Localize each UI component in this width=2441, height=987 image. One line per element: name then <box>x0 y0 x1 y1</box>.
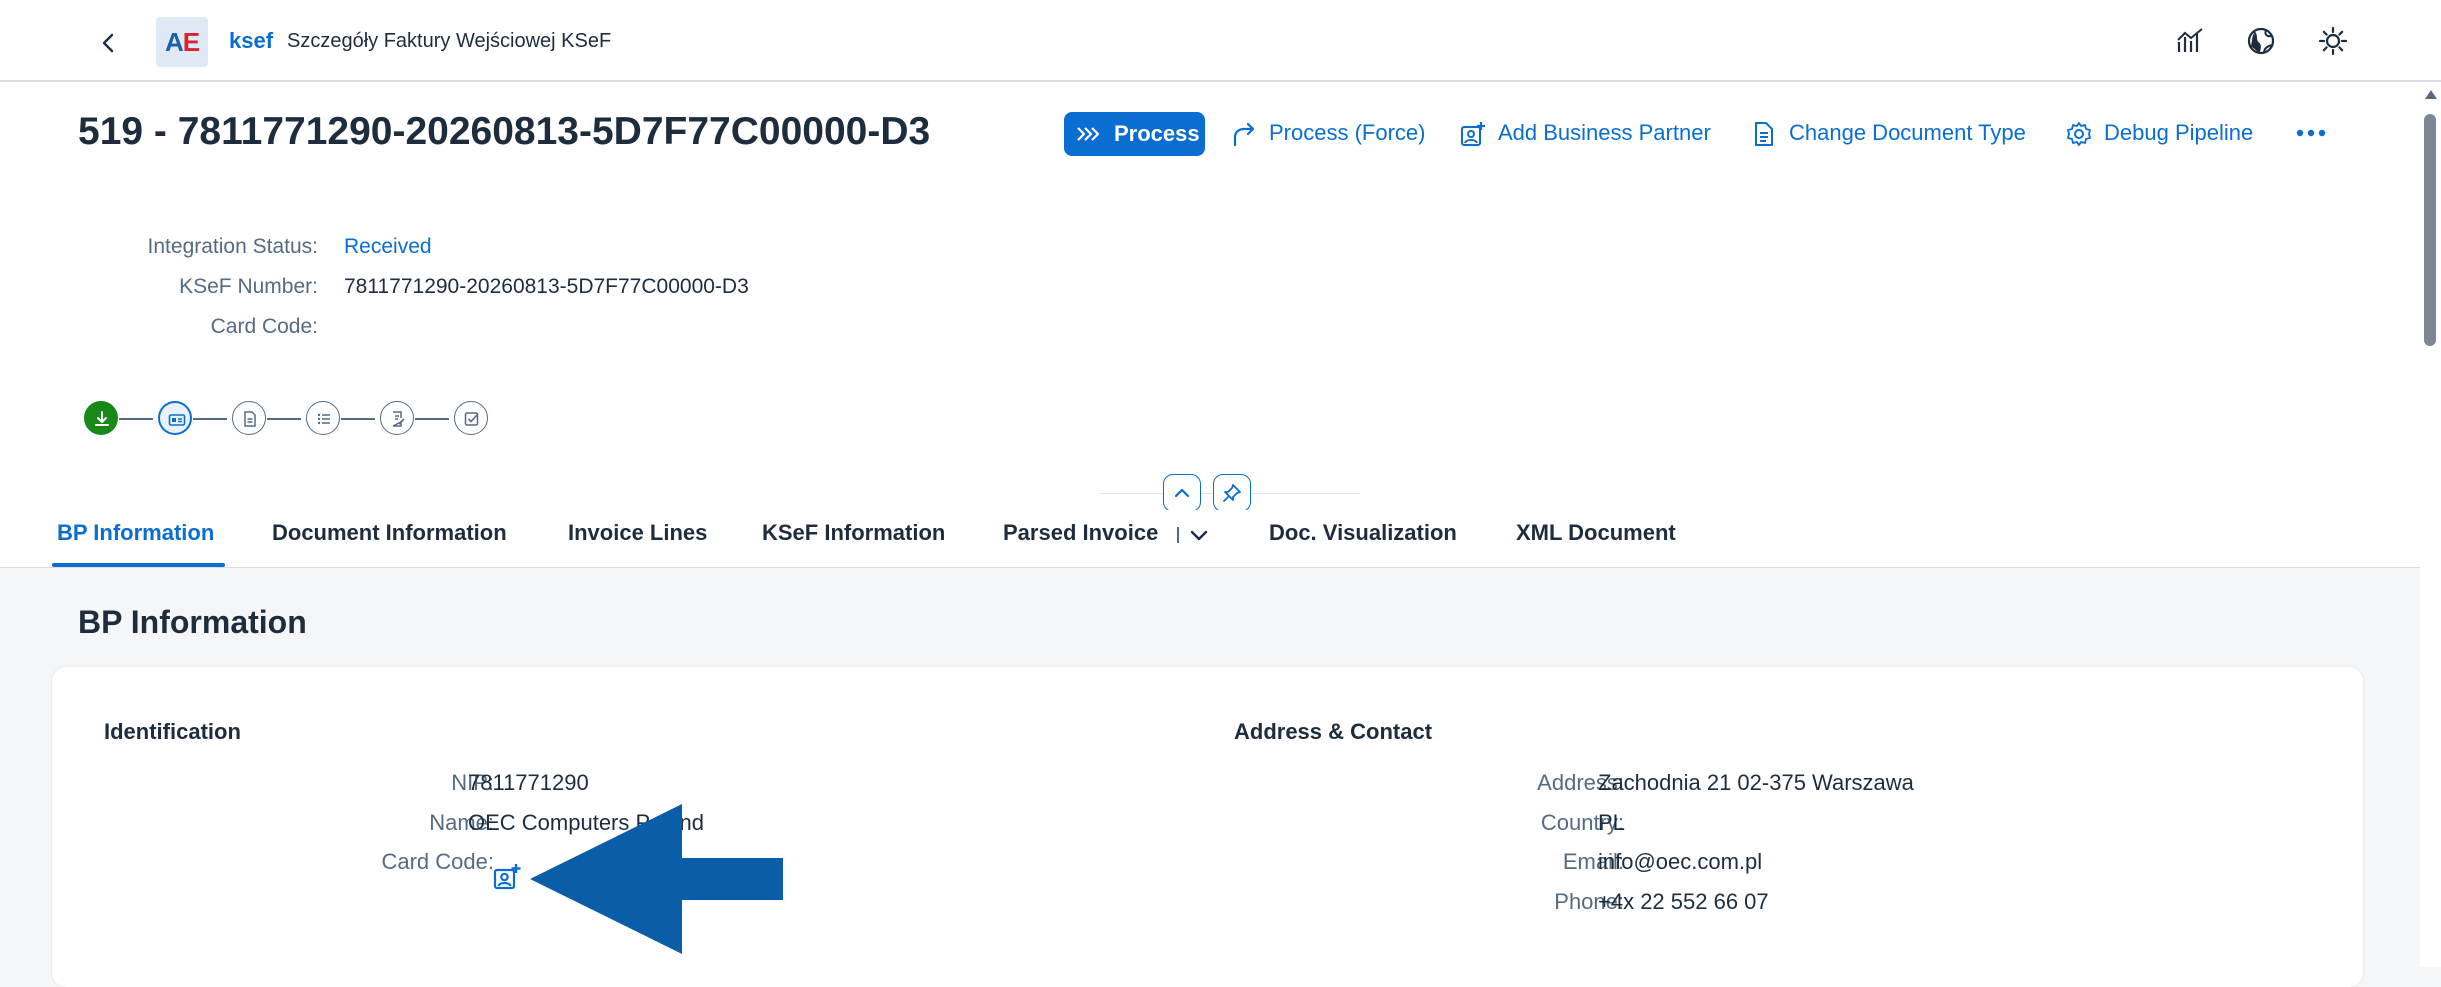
phone-value: +4x 22 552 66 07 <box>1598 889 1769 914</box>
nip-label: NIP: <box>451 770 494 795</box>
nip-value: 7811771290 <box>468 770 589 795</box>
tab-bar: BP Information Document Information Invo… <box>0 510 2420 568</box>
step-complete[interactable] <box>454 401 488 435</box>
card-code-label: Card Code: <box>210 315 318 338</box>
debug-pipeline-label: Debug Pipeline <box>2104 120 2254 145</box>
country-value: PL <box>1598 810 1625 835</box>
gear-icon <box>2067 122 2091 146</box>
step-edit[interactable] <box>380 401 414 435</box>
scrollbar-thumb[interactable] <box>2424 114 2436 346</box>
document-icon <box>1755 122 1773 146</box>
add-contact-icon[interactable] <box>493 863 521 891</box>
country-label: Country: <box>1540 810 1624 835</box>
ksef-number-label: KSeF Number: <box>179 275 318 298</box>
id-card-icon <box>168 414 186 426</box>
card-code-label: Card Code: <box>381 849 494 874</box>
tab-parsed-invoice[interactable]: Parsed Invoice <box>1003 520 1158 546</box>
tab-invoice-lines[interactable]: Invoice Lines <box>568 520 707 546</box>
tab-separator <box>1177 527 1179 543</box>
ksef-number-value: 7811771290-20260813-5D7F77C00000-D3 <box>344 275 749 298</box>
change-document-type-button[interactable]: Change Document Type <box>1751 110 2026 156</box>
scroll-up-arrow-icon[interactable] <box>2425 90 2437 99</box>
active-tab-indicator <box>52 563 225 567</box>
annotation-arrow <box>530 804 783 954</box>
phone-label: Phone: <box>1554 889 1624 914</box>
object-page-header <box>0 82 2420 567</box>
vertical-scrollbar[interactable] <box>2420 82 2441 967</box>
tab-bp-information[interactable]: BP Information <box>57 520 214 546</box>
integration-status-value: Received <box>344 235 432 258</box>
step-business-partner[interactable] <box>158 401 192 435</box>
document-edit-icon <box>392 411 405 427</box>
download-icon <box>95 411 109 426</box>
collapse-header-button[interactable] <box>1163 474 1201 512</box>
step-lines[interactable] <box>306 401 340 435</box>
globe-icon[interactable] <box>2246 26 2276 56</box>
add-contact-icon <box>1461 122 1485 146</box>
more-actions-icon[interactable] <box>2294 124 2328 142</box>
theme-sun-icon[interactable] <box>2318 26 2348 56</box>
analytics-icon[interactable] <box>2175 26 2205 56</box>
step-download[interactable] <box>84 401 118 435</box>
step-document[interactable] <box>232 401 266 435</box>
chevron-left-icon[interactable] <box>96 30 122 56</box>
tab-xml-document[interactable]: XML Document <box>1516 520 1676 546</box>
bp-information-card: Identification NIP: 7811771290 Name: OEC… <box>52 667 2363 987</box>
checkbox-icon <box>464 412 479 426</box>
address-value: Zachodnia 21 02-375 Warszawa <box>1598 770 1914 795</box>
forward-arrow-icon <box>1233 122 1255 147</box>
app-title: Szczegóły Faktury Wejściowej KSeF <box>287 30 612 52</box>
process-force-label: Process (Force) <box>1269 120 1426 145</box>
app-short-name[interactable]: ksef <box>229 28 273 54</box>
address-contact-title: Address & Contact <box>1234 719 1433 744</box>
add-business-partner-button[interactable]: Add Business Partner <box>1460 110 1711 156</box>
section-title: BP Information <box>78 604 307 640</box>
address-label: Address: <box>1537 770 1624 795</box>
document-icon <box>244 411 256 427</box>
process-button-label: Process <box>1114 121 1200 146</box>
chevron-up-icon <box>1174 488 1190 498</box>
pin-icon <box>1223 484 1241 502</box>
pin-header-button[interactable] <box>1213 474 1251 512</box>
name-label: Name: <box>429 810 494 835</box>
app-logo[interactable]: AE <box>156 17 208 67</box>
chevron-down-icon[interactable] <box>1189 527 1209 545</box>
process-button[interactable]: Process <box>1064 112 1205 156</box>
page-title: 519 - 7811771290-20260813-5D7F77C00000-D… <box>78 110 931 153</box>
tab-ksef-information[interactable]: KSeF Information <box>762 520 945 546</box>
process-force-button[interactable]: Process (Force) <box>1231 110 1425 156</box>
list-icon <box>317 413 330 425</box>
identification-title: Identification <box>104 719 241 744</box>
tab-document-information[interactable]: Document Information <box>272 520 507 546</box>
change-document-type-label: Change Document Type <box>1789 120 2026 145</box>
debug-pipeline-button[interactable]: Debug Pipeline <box>2066 110 2253 156</box>
tab-doc-visualization[interactable]: Doc. Visualization <box>1269 520 1457 546</box>
email-value: info@oec.com.pl <box>1598 849 1763 874</box>
shell-bar: AE ksef Szczegóły Faktury Wejściowej KSe… <box>0 0 2441 82</box>
email-label: Email: <box>1562 849 1624 874</box>
fast-forward-icon <box>1077 127 1100 141</box>
integration-status-label: Integration Status: <box>147 235 318 258</box>
add-business-partner-label: Add Business Partner <box>1498 120 1711 145</box>
